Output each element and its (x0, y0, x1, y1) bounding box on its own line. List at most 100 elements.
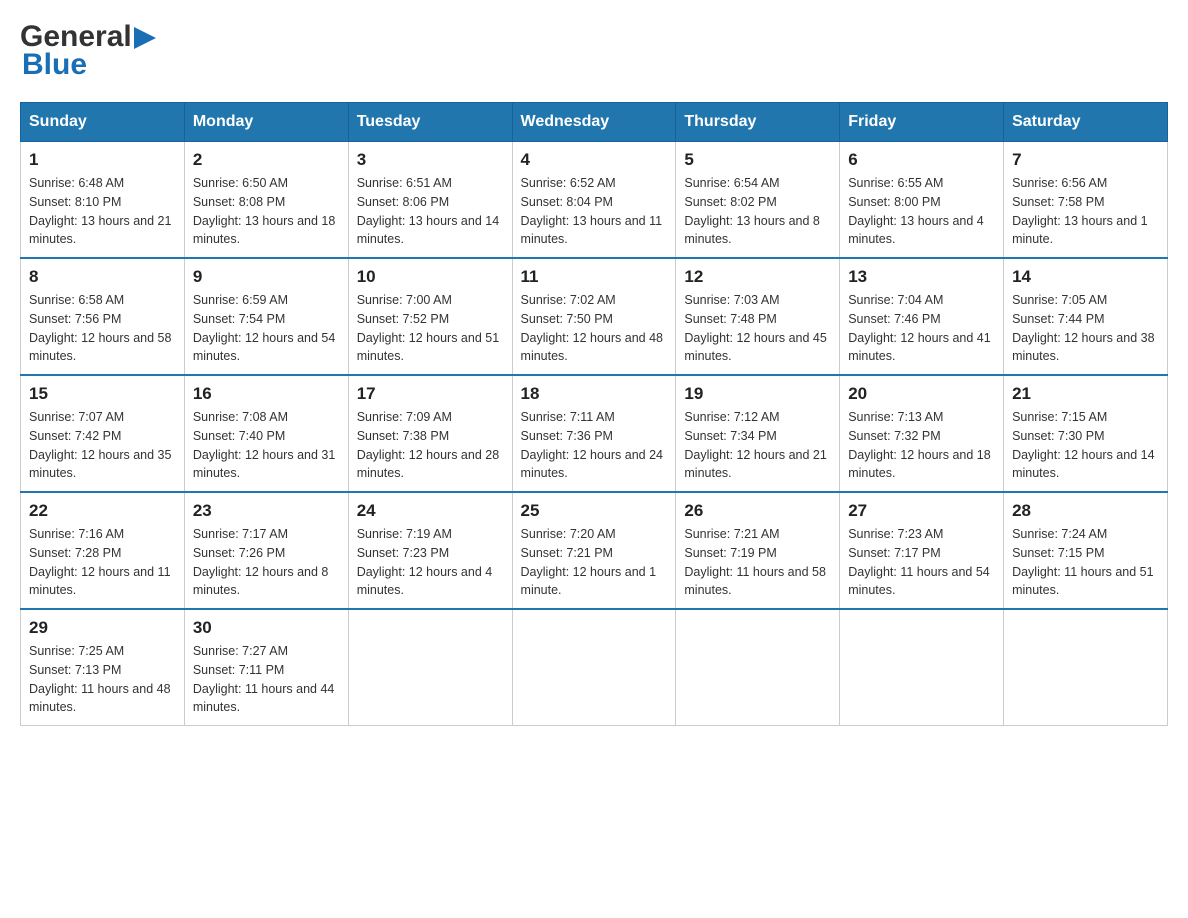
weekday-header-monday: Monday (184, 103, 348, 142)
day-info: Sunrise: 7:25 AMSunset: 7:13 PMDaylight:… (29, 642, 176, 717)
day-number: 18 (521, 384, 668, 404)
day-info: Sunrise: 7:05 AMSunset: 7:44 PMDaylight:… (1012, 291, 1159, 366)
weekday-header-sunday: Sunday (21, 103, 185, 142)
day-number: 25 (521, 501, 668, 521)
calendar-cell: 10 Sunrise: 7:00 AMSunset: 7:52 PMDaylig… (348, 258, 512, 375)
calendar-table: SundayMondayTuesdayWednesdayThursdayFrid… (20, 102, 1168, 726)
day-info: Sunrise: 7:12 AMSunset: 7:34 PMDaylight:… (684, 408, 831, 483)
calendar-cell (512, 609, 676, 726)
calendar-cell: 28 Sunrise: 7:24 AMSunset: 7:15 PMDaylig… (1004, 492, 1168, 609)
day-number: 12 (684, 267, 831, 287)
calendar-cell: 25 Sunrise: 7:20 AMSunset: 7:21 PMDaylig… (512, 492, 676, 609)
day-info: Sunrise: 6:54 AMSunset: 8:02 PMDaylight:… (684, 174, 831, 249)
day-number: 2 (193, 150, 340, 170)
calendar-cell: 11 Sunrise: 7:02 AMSunset: 7:50 PMDaylig… (512, 258, 676, 375)
day-info: Sunrise: 7:27 AMSunset: 7:11 PMDaylight:… (193, 642, 340, 717)
day-info: Sunrise: 7:11 AMSunset: 7:36 PMDaylight:… (521, 408, 668, 483)
calendar-cell: 7 Sunrise: 6:56 AMSunset: 7:58 PMDayligh… (1004, 142, 1168, 259)
logo-blue-text: Blue (22, 48, 87, 82)
calendar-cell: 23 Sunrise: 7:17 AMSunset: 7:26 PMDaylig… (184, 492, 348, 609)
calendar-cell: 1 Sunrise: 6:48 AMSunset: 8:10 PMDayligh… (21, 142, 185, 259)
day-number: 27 (848, 501, 995, 521)
calendar-week-row-2: 8 Sunrise: 6:58 AMSunset: 7:56 PMDayligh… (21, 258, 1168, 375)
weekday-header-row: SundayMondayTuesdayWednesdayThursdayFrid… (21, 103, 1168, 142)
calendar-cell (348, 609, 512, 726)
day-number: 22 (29, 501, 176, 521)
day-number: 3 (357, 150, 504, 170)
day-number: 14 (1012, 267, 1159, 287)
day-number: 8 (29, 267, 176, 287)
calendar-cell: 27 Sunrise: 7:23 AMSunset: 7:17 PMDaylig… (840, 492, 1004, 609)
day-number: 30 (193, 618, 340, 638)
day-info: Sunrise: 7:04 AMSunset: 7:46 PMDaylight:… (848, 291, 995, 366)
calendar-cell: 8 Sunrise: 6:58 AMSunset: 7:56 PMDayligh… (21, 258, 185, 375)
day-number: 17 (357, 384, 504, 404)
calendar-cell: 5 Sunrise: 6:54 AMSunset: 8:02 PMDayligh… (676, 142, 840, 259)
weekday-header-wednesday: Wednesday (512, 103, 676, 142)
day-number: 9 (193, 267, 340, 287)
day-info: Sunrise: 7:20 AMSunset: 7:21 PMDaylight:… (521, 525, 668, 600)
calendar-cell: 21 Sunrise: 7:15 AMSunset: 7:30 PMDaylig… (1004, 375, 1168, 492)
page-header: General Blue (20, 20, 1168, 82)
calendar-cell (1004, 609, 1168, 726)
day-number: 11 (521, 267, 668, 287)
calendar-cell: 17 Sunrise: 7:09 AMSunset: 7:38 PMDaylig… (348, 375, 512, 492)
day-info: Sunrise: 7:13 AMSunset: 7:32 PMDaylight:… (848, 408, 995, 483)
day-number: 7 (1012, 150, 1159, 170)
day-info: Sunrise: 6:50 AMSunset: 8:08 PMDaylight:… (193, 174, 340, 249)
day-info: Sunrise: 7:19 AMSunset: 7:23 PMDaylight:… (357, 525, 504, 600)
calendar-cell: 20 Sunrise: 7:13 AMSunset: 7:32 PMDaylig… (840, 375, 1004, 492)
calendar-cell: 4 Sunrise: 6:52 AMSunset: 8:04 PMDayligh… (512, 142, 676, 259)
calendar-week-row-1: 1 Sunrise: 6:48 AMSunset: 8:10 PMDayligh… (21, 142, 1168, 259)
logo-triangle-icon (134, 27, 156, 49)
weekday-header-friday: Friday (840, 103, 1004, 142)
day-info: Sunrise: 6:52 AMSunset: 8:04 PMDaylight:… (521, 174, 668, 249)
calendar-cell: 2 Sunrise: 6:50 AMSunset: 8:08 PMDayligh… (184, 142, 348, 259)
day-info: Sunrise: 7:16 AMSunset: 7:28 PMDaylight:… (29, 525, 176, 600)
calendar-cell: 12 Sunrise: 7:03 AMSunset: 7:48 PMDaylig… (676, 258, 840, 375)
calendar-cell (676, 609, 840, 726)
day-info: Sunrise: 7:17 AMSunset: 7:26 PMDaylight:… (193, 525, 340, 600)
day-number: 10 (357, 267, 504, 287)
calendar-week-row-3: 15 Sunrise: 7:07 AMSunset: 7:42 PMDaylig… (21, 375, 1168, 492)
day-info: Sunrise: 6:56 AMSunset: 7:58 PMDaylight:… (1012, 174, 1159, 249)
calendar-cell (840, 609, 1004, 726)
day-info: Sunrise: 7:24 AMSunset: 7:15 PMDaylight:… (1012, 525, 1159, 600)
calendar-cell: 6 Sunrise: 6:55 AMSunset: 8:00 PMDayligh… (840, 142, 1004, 259)
weekday-header-saturday: Saturday (1004, 103, 1168, 142)
day-info: Sunrise: 7:03 AMSunset: 7:48 PMDaylight:… (684, 291, 831, 366)
calendar-week-row-4: 22 Sunrise: 7:16 AMSunset: 7:28 PMDaylig… (21, 492, 1168, 609)
calendar-cell: 15 Sunrise: 7:07 AMSunset: 7:42 PMDaylig… (21, 375, 185, 492)
weekday-header-thursday: Thursday (676, 103, 840, 142)
day-number: 5 (684, 150, 831, 170)
calendar-cell: 3 Sunrise: 6:51 AMSunset: 8:06 PMDayligh… (348, 142, 512, 259)
day-number: 24 (357, 501, 504, 521)
calendar-cell: 22 Sunrise: 7:16 AMSunset: 7:28 PMDaylig… (21, 492, 185, 609)
day-number: 6 (848, 150, 995, 170)
calendar-cell: 29 Sunrise: 7:25 AMSunset: 7:13 PMDaylig… (21, 609, 185, 726)
day-info: Sunrise: 6:48 AMSunset: 8:10 PMDaylight:… (29, 174, 176, 249)
logo: General Blue (20, 20, 156, 82)
day-number: 4 (521, 150, 668, 170)
day-number: 28 (1012, 501, 1159, 521)
day-number: 15 (29, 384, 176, 404)
calendar-cell: 13 Sunrise: 7:04 AMSunset: 7:46 PMDaylig… (840, 258, 1004, 375)
day-info: Sunrise: 6:55 AMSunset: 8:00 PMDaylight:… (848, 174, 995, 249)
day-number: 21 (1012, 384, 1159, 404)
day-number: 26 (684, 501, 831, 521)
day-number: 19 (684, 384, 831, 404)
day-number: 20 (848, 384, 995, 404)
day-number: 23 (193, 501, 340, 521)
calendar-cell: 24 Sunrise: 7:19 AMSunset: 7:23 PMDaylig… (348, 492, 512, 609)
day-info: Sunrise: 7:15 AMSunset: 7:30 PMDaylight:… (1012, 408, 1159, 483)
calendar-cell: 26 Sunrise: 7:21 AMSunset: 7:19 PMDaylig… (676, 492, 840, 609)
day-info: Sunrise: 7:07 AMSunset: 7:42 PMDaylight:… (29, 408, 176, 483)
calendar-cell: 18 Sunrise: 7:11 AMSunset: 7:36 PMDaylig… (512, 375, 676, 492)
day-number: 1 (29, 150, 176, 170)
day-number: 13 (848, 267, 995, 287)
calendar-cell: 14 Sunrise: 7:05 AMSunset: 7:44 PMDaylig… (1004, 258, 1168, 375)
day-number: 16 (193, 384, 340, 404)
day-info: Sunrise: 7:23 AMSunset: 7:17 PMDaylight:… (848, 525, 995, 600)
day-info: Sunrise: 6:59 AMSunset: 7:54 PMDaylight:… (193, 291, 340, 366)
calendar-week-row-5: 29 Sunrise: 7:25 AMSunset: 7:13 PMDaylig… (21, 609, 1168, 726)
